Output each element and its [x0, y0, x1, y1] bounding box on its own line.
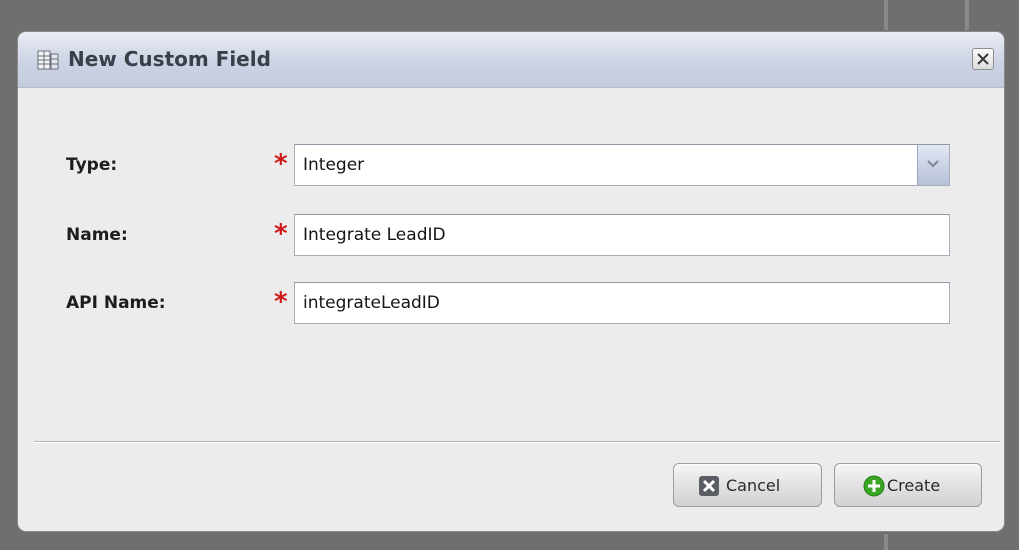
new-custom-field-dialog: New Custom Field Type: * Integer Name: *…	[18, 32, 1004, 531]
type-select[interactable]: Integer	[294, 144, 950, 186]
cancel-x-icon	[698, 475, 720, 497]
api-name-row: API Name: * integrateLeadID	[18, 282, 1004, 324]
cancel-button[interactable]: Cancel	[673, 463, 822, 507]
type-dropdown-button[interactable]	[917, 145, 949, 185]
database-table-icon	[36, 48, 60, 72]
required-marker: *	[274, 287, 288, 317]
api-name-input[interactable]: integrateLeadID	[294, 282, 950, 324]
dialog-titlebar: New Custom Field	[18, 32, 1004, 88]
type-row: Type: * Integer	[18, 144, 1004, 186]
close-button[interactable]	[972, 48, 994, 70]
required-marker: *	[274, 219, 288, 249]
chevron-down-icon	[927, 160, 939, 168]
create-button-label: Create	[887, 476, 941, 495]
background-divider	[965, 0, 969, 30]
footer-divider	[34, 441, 1000, 443]
type-select-value: Integer	[303, 155, 365, 175]
close-icon	[977, 53, 989, 65]
add-plus-icon	[863, 475, 885, 497]
dialog-title: New Custom Field	[68, 47, 271, 71]
name-row: Name: * Integrate LeadID	[18, 214, 1004, 256]
name-input[interactable]: Integrate LeadID	[294, 214, 950, 256]
cancel-button-label: Cancel	[726, 476, 781, 495]
api-name-label: API Name:	[66, 293, 166, 313]
name-label: Name:	[66, 225, 128, 245]
background-divider	[884, 534, 888, 550]
type-label: Type:	[66, 155, 118, 175]
create-button[interactable]: Create	[834, 463, 982, 507]
required-marker: *	[274, 149, 288, 179]
background-divider	[884, 0, 888, 30]
